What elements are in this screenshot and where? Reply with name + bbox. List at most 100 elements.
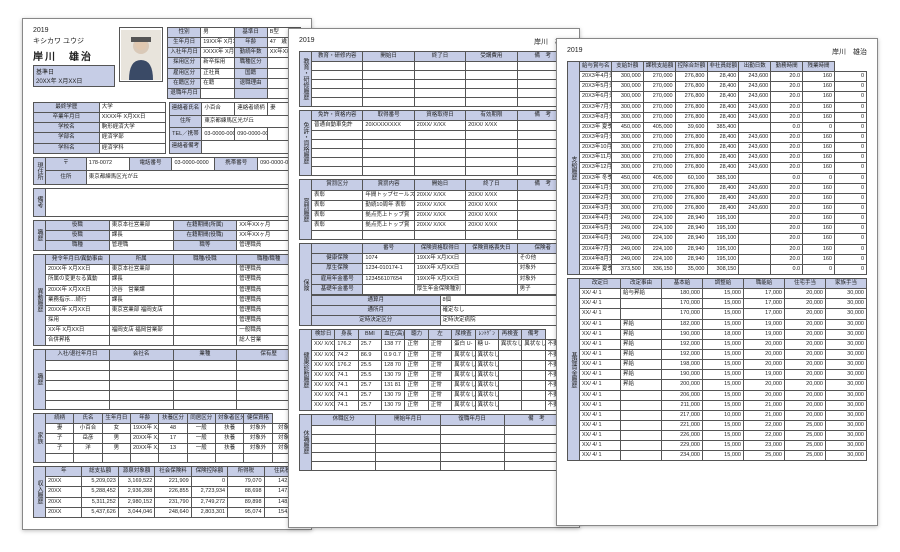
cell (109, 390, 173, 400)
cell: 20X4年5月分給与 (580, 224, 612, 234)
col-header: 改定事由 (621, 278, 662, 288)
cell: 300,000 (611, 143, 643, 153)
col-header: 控除合計額 (675, 62, 707, 72)
col-header: 氏名 (74, 413, 102, 423)
cell: 15,000 (703, 400, 744, 410)
cell: XX/ 4/ 1 (580, 420, 621, 430)
cell: XX/ 4/ 1 (580, 441, 621, 451)
cell: 20XX年 X月XX日 (46, 285, 110, 295)
cell (173, 336, 237, 346)
cell: 蛋白 U- (452, 340, 475, 350)
cell: 昇給 (621, 360, 662, 370)
cell: 勤続10周年 表彰 (363, 200, 414, 210)
cell: 28,940 (675, 214, 707, 224)
cell: 300,000 (611, 163, 643, 173)
col-header: 身長 (335, 330, 358, 340)
col-header: 受講費用 (466, 52, 517, 62)
col-header: 家族手当 (826, 278, 867, 288)
cell: 20XX年 X月XX日 (46, 265, 110, 275)
cell: 243,600 (739, 132, 771, 142)
cell: 定時決定区分 (312, 316, 441, 326)
col-header: 扶養区分 (159, 413, 187, 423)
cell: 採用 (46, 315, 110, 325)
cell: 35,000 (675, 264, 707, 274)
cell: 405,000 (643, 122, 675, 132)
cell: 15,000 (703, 380, 744, 390)
cell: 課長 (109, 295, 173, 305)
col-header: 調整給 (703, 278, 744, 288)
cell (621, 420, 662, 430)
cell: 20.0 (771, 132, 803, 142)
cell: 21,000 (744, 410, 785, 420)
cell: 0 (835, 203, 867, 213)
history-tab: 異動履歴 (33, 254, 45, 346)
cell: 89,898 (228, 497, 264, 507)
cell: 243,600 (739, 82, 771, 92)
cell: 拠点売上トップ賞 (363, 210, 414, 220)
cell: 224,100 (643, 224, 675, 234)
cell: 20,000 (785, 390, 826, 400)
cell: 役職 (46, 220, 110, 230)
cell: 異状なし (475, 360, 498, 370)
col-header: 給与賞与名 (580, 62, 612, 72)
cell: 195,100 (707, 234, 739, 244)
cell: 5,311,252 (82, 497, 118, 507)
cell: 300,000 (611, 112, 643, 122)
cell: 東京本社営業部 (109, 220, 173, 230)
col-header: 年 (46, 467, 82, 477)
cell: 176.2 (335, 340, 358, 350)
cell: 20XX/ X/XX (414, 121, 465, 131)
cell: 0 (803, 264, 835, 274)
cell: 176.2 (335, 360, 358, 370)
cell (522, 360, 545, 370)
col-header: 基本給 (662, 278, 703, 288)
cell: XX/ X/XX (312, 401, 335, 411)
cell: 20X4年4月分給与 (580, 214, 612, 224)
cell: 28,400 (707, 102, 739, 112)
cell: 270,000 (643, 92, 675, 102)
col-header: 健保資格 (244, 413, 272, 423)
cell: XX/ X/XX (312, 350, 335, 360)
cell: 22,000 (744, 420, 785, 430)
cell (522, 380, 545, 390)
cell: XX/ 4/ 1 (580, 360, 621, 370)
cell: 正常 (428, 350, 451, 360)
cell: 8個 (440, 295, 569, 305)
cell: 20,000 (785, 289, 826, 299)
cell: 20,000 (785, 360, 826, 370)
col-header: 番号 (363, 244, 414, 254)
cell: 職種区分 (234, 58, 267, 68)
cell (46, 370, 110, 380)
cell: 25.7 (358, 340, 381, 350)
cell (739, 254, 771, 264)
cell: 15,000 (703, 299, 744, 309)
cell: 普通自動車免許 (312, 121, 363, 131)
cell: 160 (803, 92, 835, 102)
cell: 276,800 (675, 193, 707, 203)
col-header: 住宅手当 (785, 278, 826, 288)
cell: XX/ 4/ 1 (580, 339, 621, 349)
base-wage-tab: 基礎賃金履歴 (567, 278, 579, 462)
cell: 表彰 (312, 200, 363, 210)
cell: 異状なし (452, 380, 475, 390)
cell: 20.0 (771, 254, 803, 264)
cell: 300,000 (611, 82, 643, 92)
cell: 0.0 (771, 173, 803, 183)
cell: 東京営業部 福岡支店 (109, 305, 173, 315)
cell: 正常 (428, 370, 451, 380)
cell (739, 264, 771, 274)
cell: 30,000 (826, 390, 867, 400)
cell: 30,000 (826, 441, 867, 451)
col-header: BMI (358, 330, 381, 340)
cell: 195,100 (707, 254, 739, 264)
cell: 大学 (99, 102, 165, 112)
cell: 138 77 (382, 340, 405, 350)
cell: 0 (835, 244, 867, 254)
cell: 248,640 (155, 507, 191, 517)
cell: 通算月 (312, 295, 441, 305)
notes-tab: 備考 (33, 188, 45, 217)
leave-tab: 休職履歴 (299, 414, 311, 470)
cell: 採用区分 (168, 58, 201, 68)
cell: 30,000 (826, 309, 867, 319)
cell (173, 360, 237, 370)
